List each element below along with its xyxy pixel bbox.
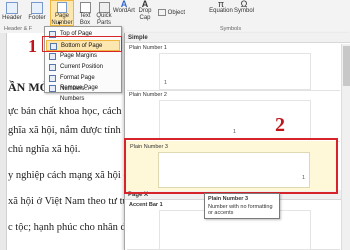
format-numbers-icon bbox=[49, 75, 56, 82]
header-button[interactable]: Header bbox=[2, 0, 22, 22]
highlight-box-menu bbox=[42, 36, 122, 52]
page-number-button[interactable]: Page Number bbox=[50, 0, 74, 26]
vertical-ruler bbox=[0, 33, 7, 250]
quick-parts-icon bbox=[98, 2, 110, 13]
page-preview: 1 bbox=[159, 53, 311, 90]
object-icon bbox=[158, 9, 166, 16]
quick-parts-button[interactable]: Quick Parts bbox=[95, 0, 113, 27]
footer-label: Footer bbox=[28, 15, 46, 21]
gallery-item-plain-number-2[interactable]: Plain Number 2 1 bbox=[127, 91, 340, 142]
tooltip-title: Plain Number 3 bbox=[208, 196, 249, 202]
menu-item-label: Remove Page Numbers bbox=[60, 85, 99, 102]
doc-line-1: ực bản chất khoa học, cách m bbox=[8, 106, 133, 117]
gallery-item-title: Plain Number 1 bbox=[129, 45, 167, 51]
object-button[interactable]: Object bbox=[158, 9, 192, 17]
menu-item-page-margins[interactable]: Page Margins bbox=[46, 51, 120, 62]
doc-line-4: y nghiệp cách mạng xã hội ch bbox=[8, 170, 134, 181]
text-box-button[interactable]: Text Box bbox=[76, 0, 94, 27]
tooltip-description: Number with no formatting or accents bbox=[208, 204, 273, 216]
group-symbols: Symbols bbox=[220, 26, 242, 32]
text-box-icon bbox=[79, 2, 91, 13]
chevron-down-icon: ▾ bbox=[58, 21, 62, 27]
wordart-button[interactable]: A WordArt bbox=[113, 0, 135, 15]
footer-button[interactable]: Footer bbox=[26, 0, 48, 22]
doc-line-2: ghĩa xã hội, nắm được tính bbox=[8, 125, 121, 136]
footer-icon bbox=[31, 2, 43, 14]
menu-item-label: Page Margins bbox=[60, 53, 98, 59]
doc-line-6: c tộc; hạnh phúc cho nhân d bbox=[8, 222, 126, 233]
page-number-preview: 1 bbox=[164, 80, 168, 86]
drop-cap-icon: A bbox=[141, 0, 149, 9]
highlight-box-gallery bbox=[124, 138, 338, 194]
page-number-label: Page Number bbox=[51, 13, 73, 26]
gallery-item-plain-number-1[interactable]: Plain Number 1 1 bbox=[127, 44, 340, 91]
header-icon bbox=[6, 2, 18, 14]
quick-parts-label: Quick Parts bbox=[96, 13, 112, 26]
scroll-thumb[interactable] bbox=[343, 46, 350, 86]
gallery-scrollbar[interactable] bbox=[341, 44, 350, 250]
tooltip: Plain Number 3 Number with no formatting… bbox=[204, 193, 280, 219]
drop-cap-label: Drop Cap bbox=[138, 8, 152, 21]
page-margins-icon bbox=[49, 53, 56, 60]
group-header-footer: Header & F bbox=[4, 26, 33, 32]
callout-2: 2 bbox=[275, 114, 285, 136]
doc-line-3: chủ nghĩa xã hội. bbox=[8, 144, 81, 155]
header-label: Header bbox=[2, 15, 22, 21]
symbol-button[interactable]: Ω Symbol bbox=[232, 0, 256, 15]
remove-numbers-icon bbox=[49, 85, 56, 92]
drop-cap-button[interactable]: A Drop Cap bbox=[136, 0, 154, 22]
current-position-icon bbox=[49, 64, 56, 71]
gallery-section-header: Simple bbox=[125, 33, 350, 43]
text-box-label: Text Box bbox=[79, 13, 91, 26]
menu-item-remove-page-numbers[interactable]: Remove Page Numbers bbox=[46, 83, 120, 102]
wordart-label: WordArt bbox=[113, 8, 135, 14]
page-preview: 1 bbox=[159, 100, 311, 140]
object-label: Object bbox=[167, 10, 186, 17]
page-number-preview: 1 bbox=[233, 129, 237, 135]
menu-item-label: Current Position bbox=[60, 64, 104, 70]
doc-line-5: xã hội ở Việt Nam theo tư tưởn bbox=[8, 196, 140, 207]
menu-item-current-position[interactable]: Current Position bbox=[46, 62, 120, 73]
omega-icon: Ω bbox=[240, 0, 248, 9]
wordart-icon: A bbox=[120, 0, 128, 9]
gallery-item-title: Accent Bar 1 bbox=[129, 202, 163, 208]
symbol-label: Symbol bbox=[233, 8, 254, 14]
page-number-icon bbox=[57, 2, 67, 13]
gallery-item-title: Plain Number 2 bbox=[129, 92, 167, 98]
callout-1: 1 bbox=[28, 36, 37, 56]
